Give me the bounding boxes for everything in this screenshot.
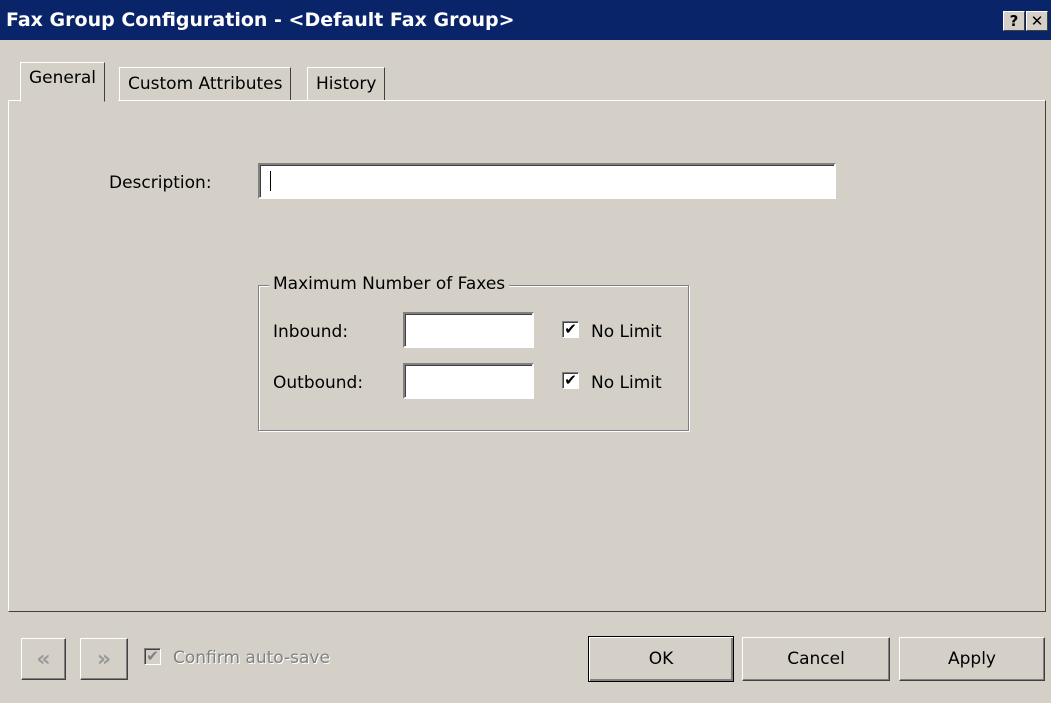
- window-title: Fax Group Configuration - <Default Fax G…: [6, 9, 515, 31]
- checkmark-icon: ✔: [564, 371, 577, 389]
- confirm-auto-save-checkbox[interactable]: ✔: [144, 648, 161, 665]
- title-bar: Fax Group Configuration - <Default Fax G…: [0, 0, 1051, 40]
- inbound-no-limit-checkbox[interactable]: ✔: [562, 321, 579, 338]
- help-button[interactable]: ?: [1003, 11, 1025, 31]
- double-chevron-right-icon: »: [96, 646, 112, 672]
- text-caret: [270, 171, 271, 191]
- next-button[interactable]: »: [80, 638, 128, 680]
- tab-general[interactable]: General: [20, 62, 105, 102]
- previous-button[interactable]: «: [21, 638, 66, 680]
- confirm-auto-save-label: Confirm auto-save: [173, 648, 330, 668]
- general-tab-panel: Description: Maximum Number of Faxes Inb…: [8, 100, 1046, 612]
- max-faxes-group-title: Maximum Number of Faxes: [269, 274, 510, 294]
- outbound-no-limit-checkbox[interactable]: ✔: [562, 372, 579, 389]
- max-faxes-groupbox: Maximum Number of Faxes Inbound: ✔ No Li…: [258, 274, 689, 431]
- inbound-no-limit-label: No Limit: [591, 322, 662, 342]
- double-chevron-left-icon: «: [36, 646, 51, 672]
- description-input[interactable]: [258, 163, 836, 199]
- checkmark-icon: ✔: [564, 320, 577, 338]
- cancel-button[interactable]: Cancel: [742, 637, 890, 681]
- ok-button[interactable]: OK: [588, 636, 734, 682]
- apply-button[interactable]: Apply: [899, 637, 1045, 681]
- outbound-no-limit-label: No Limit: [591, 373, 662, 393]
- inbound-input[interactable]: [403, 312, 534, 348]
- tab-custom-attributes-label: Custom Attributes: [128, 74, 283, 94]
- close-button[interactable]: ✕: [1026, 11, 1048, 31]
- checkmark-icon: ✔: [146, 647, 159, 665]
- outbound-label: Outbound:: [273, 373, 364, 393]
- tab-history-label: History: [316, 74, 377, 94]
- inbound-label: Inbound:: [273, 322, 349, 342]
- outbound-input[interactable]: [403, 363, 534, 399]
- description-label: Description:: [109, 173, 212, 193]
- tab-history[interactable]: History: [307, 67, 386, 102]
- tab-general-label: General: [29, 68, 96, 88]
- tab-custom-attributes[interactable]: Custom Attributes: [119, 67, 292, 102]
